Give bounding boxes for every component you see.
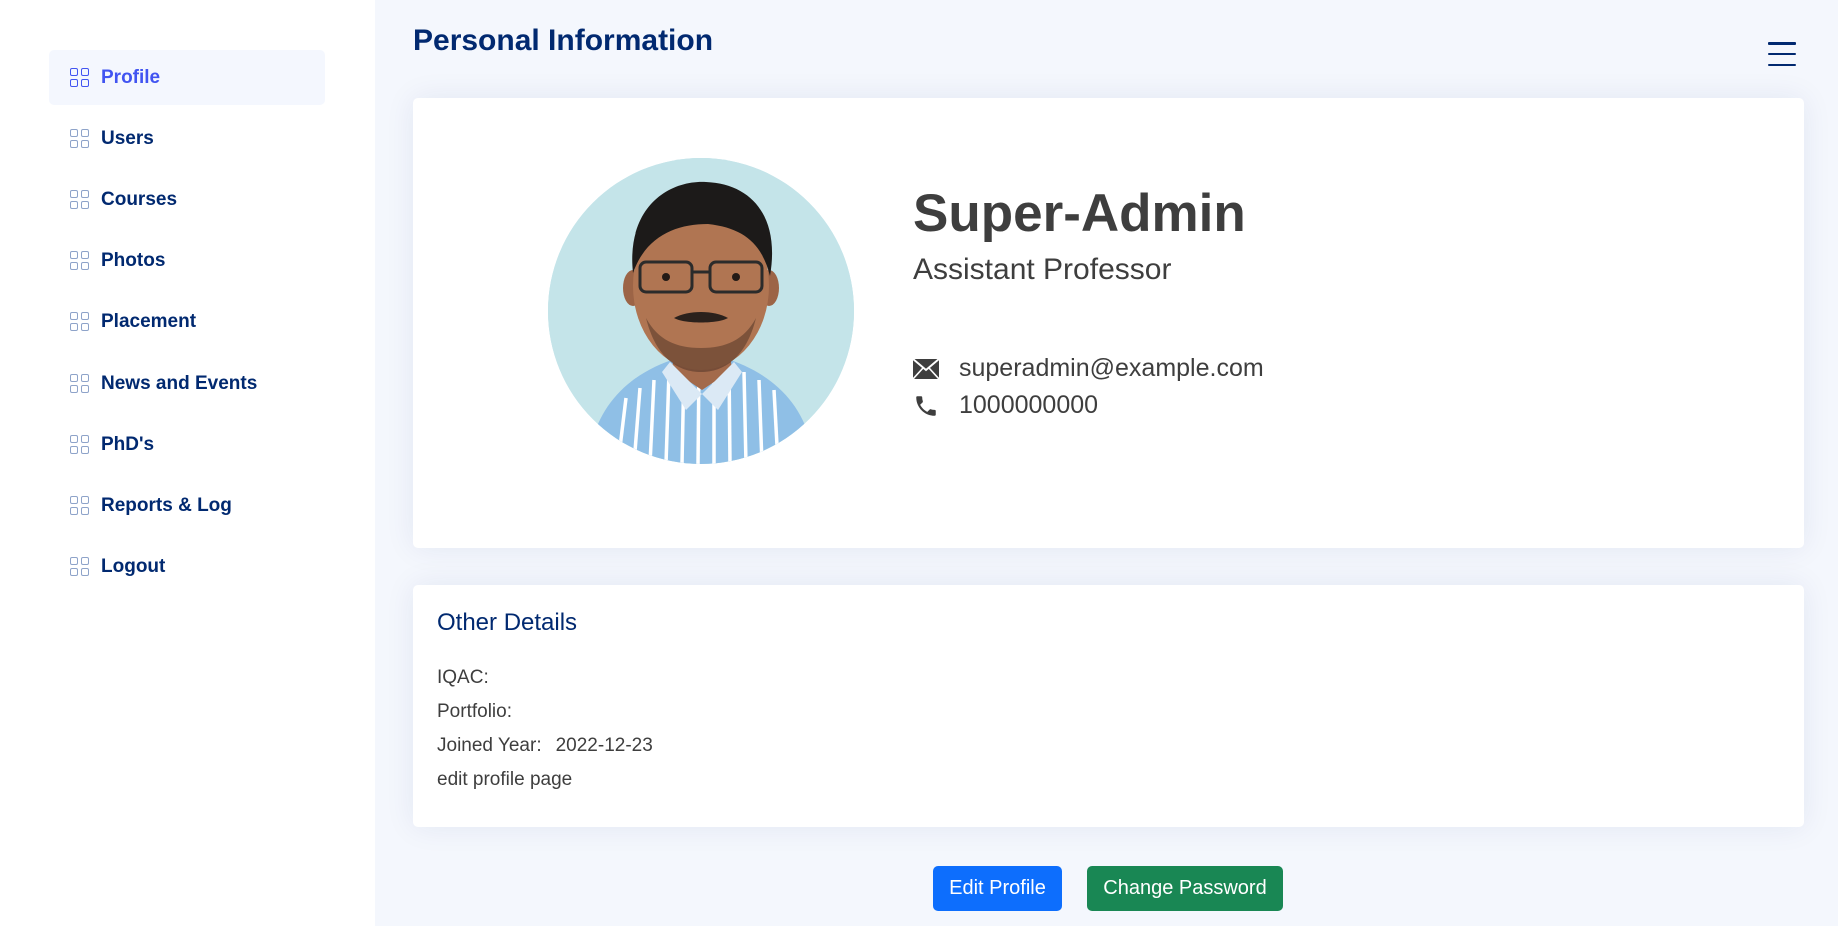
- detail-joined-year: Joined Year: 2022-12-23: [437, 735, 653, 757]
- sidebar: Profile Users Courses Photos Placement N…: [0, 0, 375, 926]
- sidebar-item-label: Photos: [101, 249, 166, 271]
- detail-iqac: IQAC:: [437, 667, 503, 689]
- sidebar-item-profile[interactable]: Profile: [49, 50, 325, 105]
- sidebar-item-users[interactable]: Users: [49, 111, 325, 166]
- detail-label: Portfolio:: [437, 701, 512, 722]
- edit-profile-button[interactable]: Edit Profile: [933, 866, 1062, 911]
- page-title: Personal Information: [413, 24, 714, 57]
- sidebar-item-label: News and Events: [101, 372, 258, 394]
- envelope-icon: [913, 357, 941, 381]
- detail-label: Joined Year:: [437, 735, 542, 756]
- details-title: Other Details: [437, 609, 578, 636]
- sidebar-item-label: Reports & Log: [101, 494, 232, 516]
- profile-card: Super-Admin Assistant Professor superadm…: [413, 98, 1804, 548]
- sidebar-item-label: Courses: [101, 188, 178, 210]
- detail-portfolio: Portfolio:: [437, 701, 526, 723]
- sidebar-item-label: Placement: [101, 310, 197, 332]
- sidebar-item-photos[interactable]: Photos: [49, 233, 325, 288]
- sidebar-item-placement[interactable]: Placement: [49, 294, 325, 349]
- grid-icon: [70, 435, 89, 454]
- grid-icon: [70, 190, 89, 209]
- grid-icon: [70, 251, 89, 270]
- profile-email[interactable]: superadmin@example.com: [959, 354, 1264, 383]
- grid-icon: [70, 557, 89, 576]
- detail-label: IQAC:: [437, 667, 489, 688]
- sidebar-item-label: Users: [101, 127, 154, 149]
- profile-phone[interactable]: 1000000000: [959, 391, 1098, 420]
- profile-name: Super-Admin: [913, 184, 1246, 243]
- grid-icon: [70, 496, 89, 515]
- sidebar-item-news-and-events[interactable]: News and Events: [49, 356, 325, 411]
- sidebar-item-logout[interactable]: Logout: [49, 539, 325, 594]
- grid-icon: [70, 68, 89, 87]
- sidebar-item-label: PhD's: [101, 433, 155, 455]
- sidebar-item-phds[interactable]: PhD's: [49, 417, 325, 472]
- sidebar-item-courses[interactable]: Courses: [49, 172, 325, 227]
- sidebar-item-reports-and-log[interactable]: Reports & Log: [49, 478, 325, 533]
- hamburger-menu-icon[interactable]: [1768, 42, 1796, 66]
- grid-icon: [70, 374, 89, 393]
- profile-role: Assistant Professor: [913, 253, 1172, 286]
- other-details-card: Other Details IQAC: Portfolio: Joined Ye…: [413, 585, 1804, 827]
- contact-email: superadmin@example.com: [913, 354, 1264, 383]
- sidebar-item-label: Logout: [101, 555, 166, 577]
- change-password-button[interactable]: Change Password: [1087, 866, 1283, 911]
- grid-icon: [70, 312, 89, 331]
- detail-note: edit profile page: [437, 769, 573, 790]
- grid-icon: [70, 129, 89, 148]
- avatar: [548, 158, 854, 464]
- detail-value: 2022-12-23: [555, 735, 653, 756]
- phone-icon: [913, 394, 941, 418]
- contact-phone: 1000000000: [913, 391, 1098, 420]
- sidebar-item-label: Profile: [101, 66, 161, 88]
